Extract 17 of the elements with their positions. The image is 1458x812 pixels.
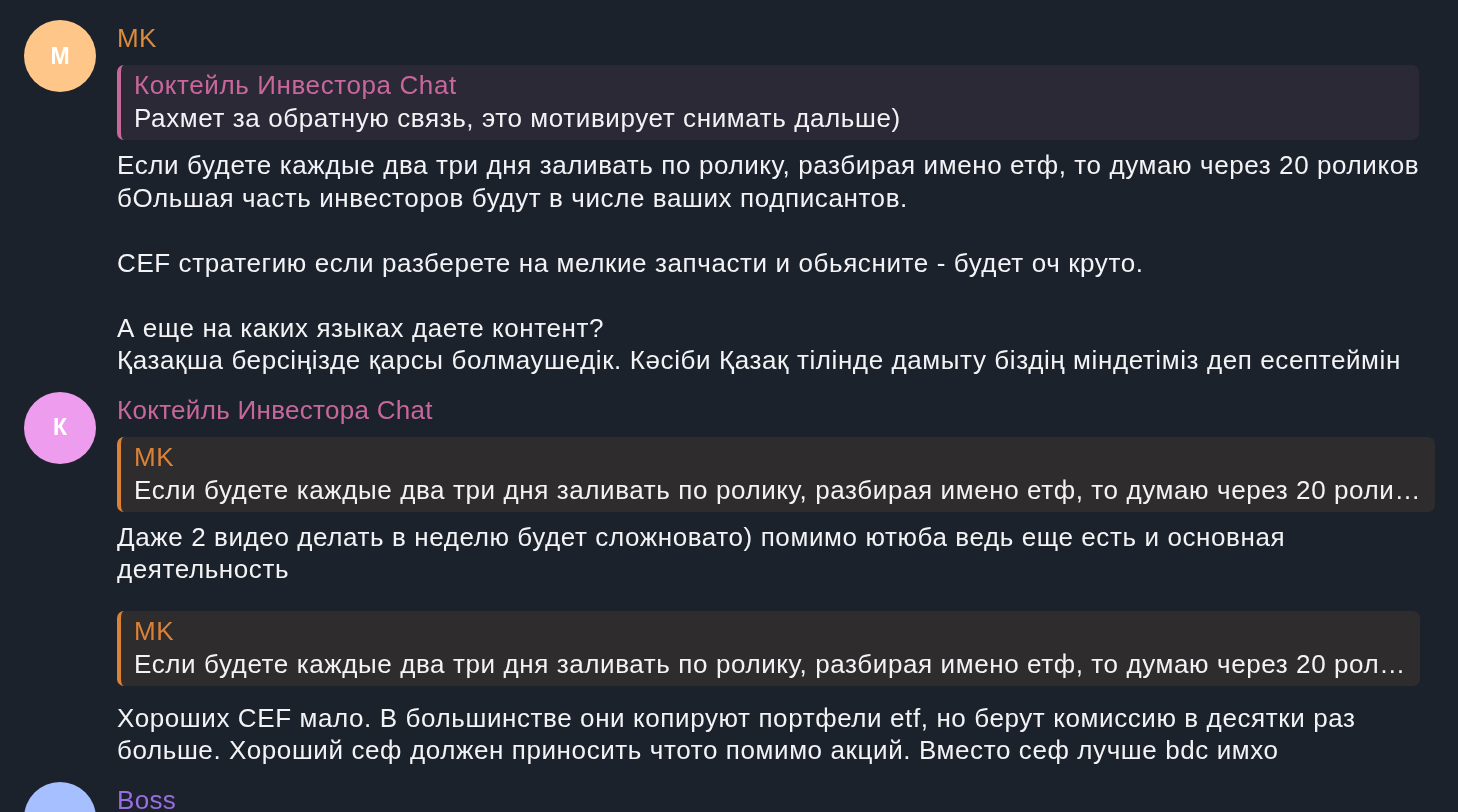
reply-author: MK	[134, 440, 175, 474]
reply-text: Если будете каждые два три дня заливать по ролику, разбирая имено етф, то думаю через 20 роли…	[134, 473, 1422, 507]
reply-author: Коктейль Инвестора Chat	[134, 69, 457, 102]
message-text: Хороших CEF мало. В большинстве они копируют портфели etf, но берут комиссию в десятки раз больше. Хороший сеф должен приносить чтото помимо акций. Вместо сеф лучше bdc имхо	[117, 701, 1356, 767]
message-text: CEF стратегию если разберете на мелкие запчасти и обьясните - будет оч круто.	[117, 246, 1144, 279]
reply-quote[interactable]: MK Если будете каждые два три дня заливать по ролику, разбирая имено етф, то думаю через 20 роли…	[117, 436, 1436, 512]
message-text: Если будете каждые два три дня заливать по ролику, разбирая имено етф, то думаю через 20 роликов бОльшая часть инвесторов будут в числе ваших подписантов.	[117, 149, 1420, 214]
reply-quote[interactable]: MK Если будете каждые два три дня заливать по ролику, разбирая имено етф, то думаю через 20 рол…	[117, 610, 1420, 686]
reply-quote[interactable]: Коктейль Инвестора Chat Рахмет за обратную связь, это мотивирует снимать дальше)	[117, 65, 1420, 140]
reply-text: Если будете каждые два три дня заливать по ролику, разбирая имено етф, то думаю через 20 рол…	[134, 647, 1406, 681]
sender-name[interactable]: Boss	[117, 785, 176, 812]
reply-author: MK	[134, 614, 175, 648]
sender-name[interactable]: Коктейль Инвестора Chat	[117, 395, 433, 424]
reply-text: Рахмет за обратную связь, это мотивирует снимать дальше)	[134, 102, 901, 135]
message-text: А еще на каких языках даете контент? Қазақша берсіңізде қарсы болмаушедік. Кәсіби Қазақ тілінде дамыту біздің міндетіміз деп есептеймін	[117, 311, 1401, 377]
sender-name[interactable]: MK	[117, 24, 157, 52]
message-text: Даже 2 видео делать в неделю будет сложновато) помимо ютюба ведь еще есть и основная деятельность	[117, 520, 1286, 586]
